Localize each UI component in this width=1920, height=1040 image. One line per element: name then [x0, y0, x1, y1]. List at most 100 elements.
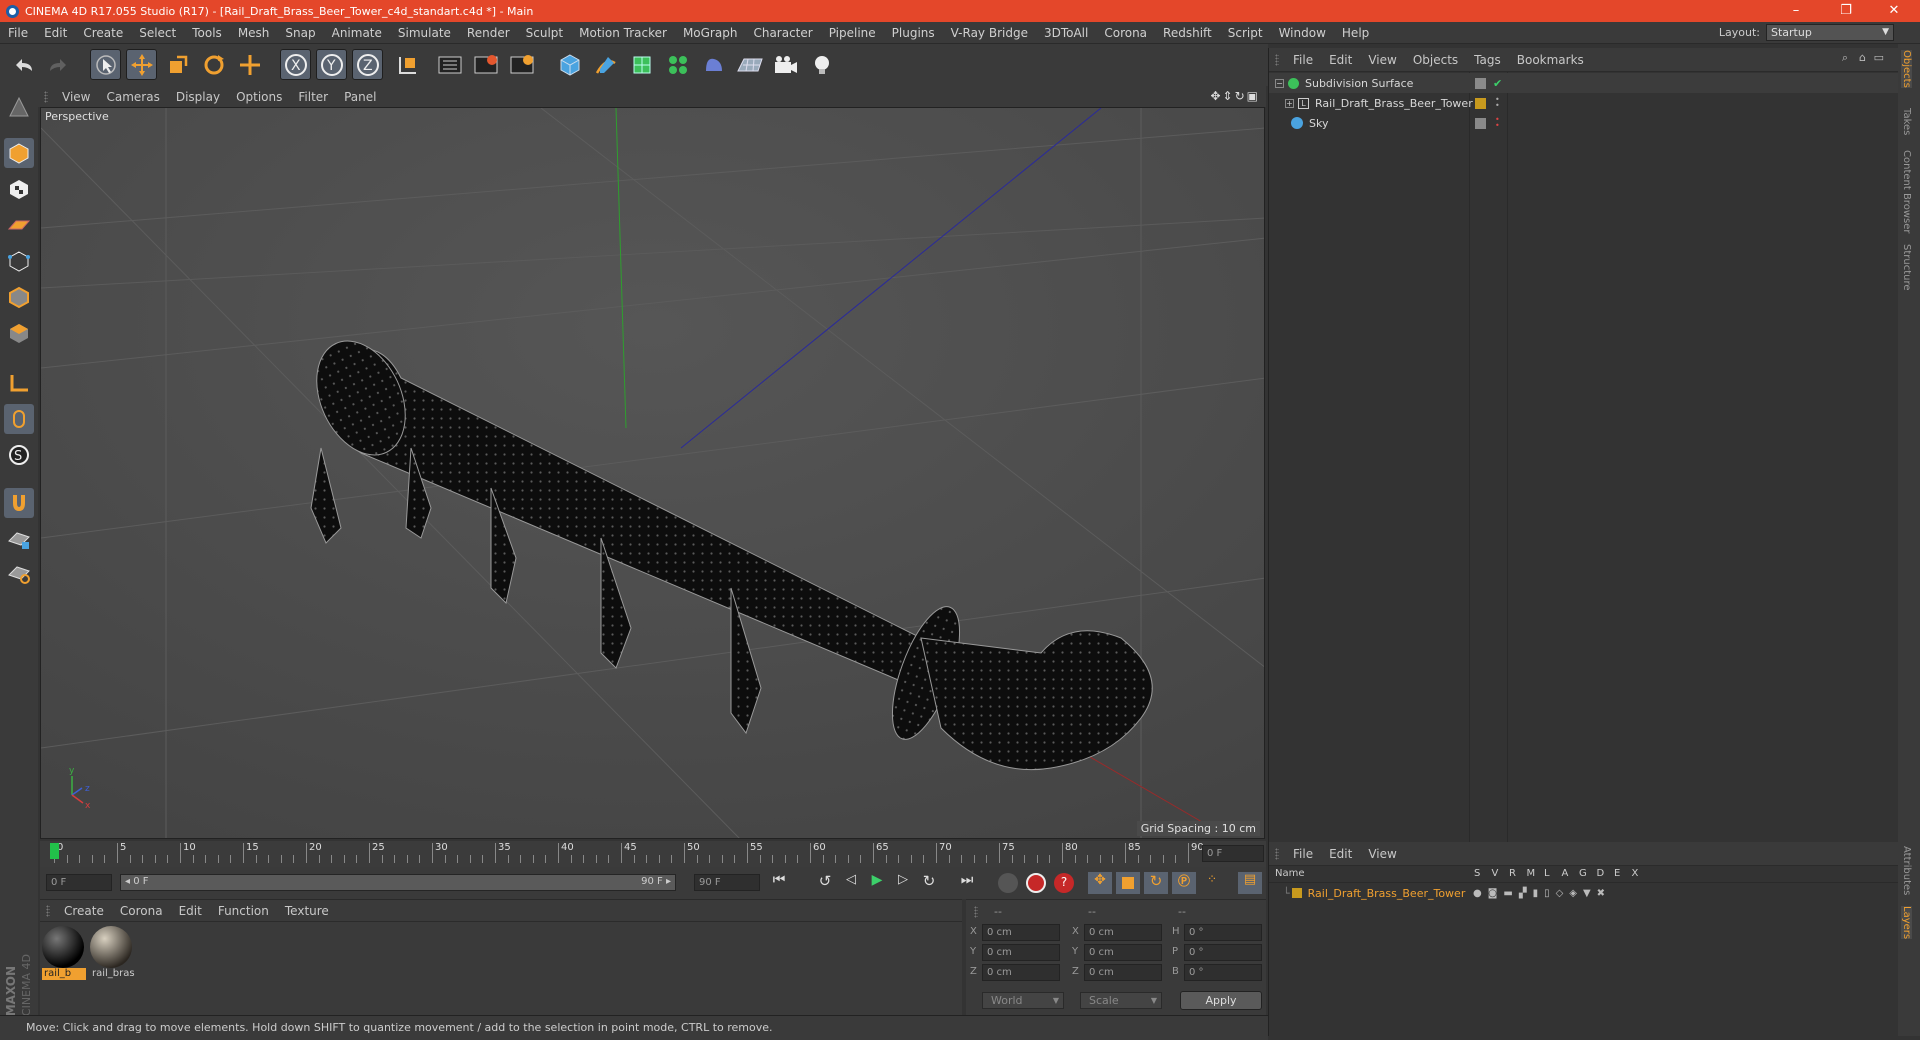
- tab-content-browser[interactable]: Content Browser: [1901, 150, 1912, 233]
- objmgr-menu-bookmarks[interactable]: Bookmarks: [1509, 53, 1592, 67]
- snap-icon[interactable]: S: [4, 440, 34, 470]
- go-to-end-icon[interactable]: ⏭: [954, 872, 980, 894]
- texture-mode-icon[interactable]: [4, 174, 34, 204]
- rotation-field[interactable]: 0 °: [1184, 964, 1262, 981]
- cloner-icon[interactable]: [662, 49, 693, 80]
- objmgr-menu-tags[interactable]: Tags: [1466, 53, 1509, 67]
- position-field[interactable]: 0 cm: [982, 964, 1060, 981]
- prev-key-icon[interactable]: ↺: [812, 872, 838, 894]
- key-move-icon[interactable]: ✥: [1088, 872, 1112, 894]
- visibility-toggle-icon[interactable]: [1475, 117, 1486, 129]
- menu-help[interactable]: Help: [1334, 26, 1377, 40]
- tab-attributes[interactable]: Attributes: [1901, 846, 1912, 895]
- timeline-ruler[interactable]: 0 5 10 15 20 25 30 35 40 45 50 55 60 65 70 75 80 85 90 0 F: [40, 841, 1266, 867]
- floor-icon[interactable]: [734, 49, 765, 80]
- layer-color-swatch[interactable]: [1291, 888, 1302, 898]
- layer-column-l[interactable]: L: [1544, 868, 1550, 879]
- layer-column-m[interactable]: M: [1527, 868, 1536, 879]
- render-picture-queue-icon[interactable]: [470, 49, 501, 80]
- menu-script[interactable]: Script: [1220, 26, 1271, 40]
- menu-create[interactable]: Create: [75, 26, 131, 40]
- pen-icon[interactable]: [590, 49, 621, 80]
- autokey-icon[interactable]: ?: [1054, 873, 1074, 893]
- render-view-icon[interactable]: [434, 49, 465, 80]
- layer-column-g[interactable]: G: [1579, 868, 1587, 879]
- size-field[interactable]: 0 cm: [1084, 924, 1162, 941]
- objmgr-search-icon[interactable]: ⌕: [1842, 51, 1848, 65]
- material-menu-create[interactable]: Create: [56, 904, 112, 918]
- material-swatch[interactable]: rail_b: [42, 926, 86, 982]
- layermgr-menu-view[interactable]: View: [1360, 847, 1404, 861]
- model-mode-icon[interactable]: [4, 138, 34, 168]
- objmgr-menu-file[interactable]: File: [1285, 53, 1321, 67]
- layermgr-menu-edit[interactable]: Edit: [1321, 847, 1360, 861]
- close-button[interactable]: ✕: [1874, 0, 1914, 22]
- play-icon[interactable]: ▶: [864, 872, 890, 894]
- x-axis-icon[interactable]: X: [280, 49, 311, 80]
- grid-refresh-icon[interactable]: [4, 558, 34, 588]
- coord-system-icon[interactable]: [392, 49, 423, 80]
- menu-snap[interactable]: Snap: [277, 26, 323, 40]
- menu-pipeline[interactable]: Pipeline: [821, 26, 884, 40]
- workplane-icon[interactable]: [4, 210, 34, 240]
- menu-sculpt[interactable]: Sculpt: [518, 26, 571, 40]
- axis-mode-icon[interactable]: [4, 368, 34, 398]
- deformer-icon[interactable]: [698, 49, 729, 80]
- render-settings-icon[interactable]: [506, 49, 537, 80]
- position-field[interactable]: 0 cm: [982, 944, 1060, 961]
- viewport-menu-filter[interactable]: Filter: [290, 90, 336, 104]
- tree-collapse-icon[interactable]: −: [1275, 78, 1284, 88]
- next-key-icon[interactable]: ↻: [916, 872, 942, 894]
- menu-motion-tracker[interactable]: Motion Tracker: [571, 26, 675, 40]
- menu-simulate[interactable]: Simulate: [390, 26, 459, 40]
- menu-render[interactable]: Render: [459, 26, 518, 40]
- objmgr-menu-view[interactable]: View: [1360, 53, 1404, 67]
- coord-mode-dropdown[interactable]: World ▼: [982, 992, 1064, 1009]
- position-field[interactable]: 0 cm: [982, 924, 1060, 941]
- tree-expand-icon[interactable]: +: [1285, 98, 1294, 108]
- visibility-dots-icon[interactable]: • •: [1495, 96, 1500, 110]
- tab-structure[interactable]: Structure: [1901, 244, 1912, 291]
- key-grid-icon[interactable]: ⁘: [1200, 872, 1224, 894]
- go-to-start-icon[interactable]: ⏮: [766, 872, 792, 894]
- rotation-field[interactable]: 0 °: [1184, 924, 1262, 941]
- record-icon[interactable]: [1026, 873, 1046, 893]
- layer-column-a[interactable]: A: [1562, 868, 1569, 879]
- layer-column-s[interactable]: S: [1474, 868, 1480, 879]
- key-scale-icon[interactable]: [1116, 872, 1140, 894]
- menu-corona[interactable]: Corona: [1096, 26, 1155, 40]
- end-frame-field[interactable]: 90 F: [694, 874, 760, 891]
- prev-frame-icon[interactable]: ◁: [838, 872, 864, 894]
- rotation-field[interactable]: 0 °: [1184, 944, 1262, 961]
- menu-mesh[interactable]: Mesh: [230, 26, 278, 40]
- camera-icon[interactable]: [770, 49, 801, 80]
- cube-icon[interactable]: [554, 49, 585, 80]
- visibility-dots-icon[interactable]: • •: [1495, 116, 1500, 130]
- tweak-mode-icon[interactable]: [4, 404, 34, 434]
- menu-animate[interactable]: Animate: [324, 26, 390, 40]
- maximize-button[interactable]: ❐: [1826, 0, 1866, 22]
- move-icon[interactable]: [126, 49, 157, 80]
- menu-redshift[interactable]: Redshift: [1155, 26, 1220, 40]
- material-menu-function[interactable]: Function: [210, 904, 277, 918]
- keyframe-disabled-icon[interactable]: [998, 873, 1018, 893]
- menu-3dtoall[interactable]: 3DToAll: [1036, 26, 1096, 40]
- tab-takes[interactable]: Takes: [1901, 108, 1912, 135]
- z-axis-icon[interactable]: Z: [352, 49, 383, 80]
- layer-column-name[interactable]: Name: [1275, 868, 1305, 879]
- coord-size-dropdown[interactable]: Scale ▼: [1080, 992, 1162, 1009]
- visibility-toggle-icon[interactable]: [1475, 77, 1486, 89]
- layer-color-icon[interactable]: [1475, 97, 1486, 109]
- size-field[interactable]: 0 cm: [1084, 944, 1162, 961]
- make-editable-icon[interactable]: [4, 92, 34, 122]
- layermgr-menu-file[interactable]: File: [1285, 847, 1321, 861]
- material-menu-texture[interactable]: Texture: [277, 904, 337, 918]
- objmgr-new-view-icon[interactable]: ▭: [1874, 51, 1884, 64]
- viewport-menu-view[interactable]: View: [54, 90, 98, 104]
- subdivision-icon[interactable]: [626, 49, 657, 80]
- objmgr-home-icon[interactable]: ⌂: [1859, 51, 1866, 64]
- layer-row[interactable]: └ Rail_Draft_Brass_Beer_Tower ●◙▬▞▮▯◇◈▼✖: [1269, 884, 1899, 902]
- viewport-menu-options[interactable]: Options: [228, 90, 290, 104]
- viewport-menu-cameras[interactable]: Cameras: [98, 90, 167, 104]
- material-menu-corona[interactable]: Corona: [112, 904, 171, 918]
